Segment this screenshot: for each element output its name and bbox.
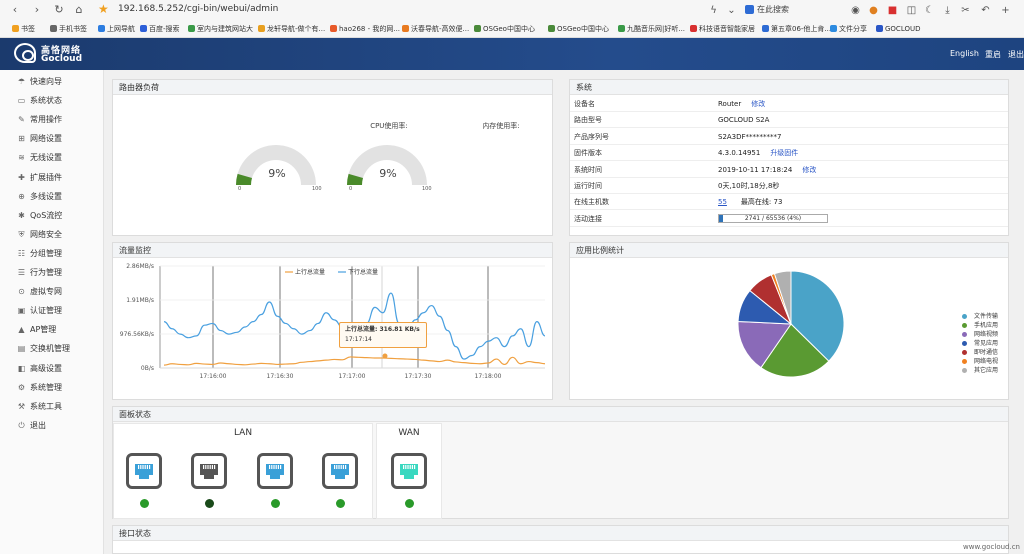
watermark: www.gocloud.cn [963,543,1020,551]
legend-dot [962,323,967,328]
ethernet-port-icon [200,464,218,479]
pie-legend-label: 文件传输 [974,313,999,320]
pie-legend-label: 网络视频 [974,331,999,338]
port-shape [331,464,349,479]
port-pin [269,465,271,469]
port-pin [142,465,144,469]
ethernet-port-icon [266,464,284,479]
port-pin [140,465,142,469]
lan-port[interactable] [191,453,227,489]
port-shape [266,464,284,479]
pie-legend-item[interactable]: 即时通信 [962,348,1022,357]
port-pin [146,465,148,469]
port-status-led [271,499,280,508]
legend-dot [962,341,967,346]
port-status-led [140,499,149,508]
pie-legend-item[interactable]: 手机应用 [962,321,1022,330]
port-pin [403,465,405,469]
lan-port[interactable] [126,453,162,489]
ethernet-port-icon [135,464,153,479]
wan-label: WAN [398,428,420,438]
lan-port[interactable] [257,453,293,489]
legend-dot [962,350,967,355]
legend-dot [962,368,967,373]
lan-port[interactable] [322,453,358,489]
ethernet-port-icon [331,464,349,479]
pie-legend-item[interactable]: 网络电视 [962,357,1022,366]
port-pin [211,465,213,469]
port-pin [411,465,413,469]
port-pin [203,465,205,469]
port-pin [334,465,336,469]
pie-legend-item[interactable]: 常见应用 [962,339,1022,348]
port-status-led [405,499,414,508]
port-pin [414,465,416,469]
port-pin [405,465,407,469]
port-pin [207,465,209,469]
port-pin [205,465,207,469]
port-pin [209,465,211,469]
panel-title: 面板状态 [113,407,1008,422]
port-pin [275,465,277,469]
port-pin [271,465,273,469]
port-shape [135,464,153,479]
ethernet-port-icon [400,464,418,479]
port-pin [273,465,275,469]
pie-legend-label: 即时通信 [974,349,999,356]
port-pin [149,465,151,469]
legend-dot [962,314,967,319]
port-shape [400,464,418,479]
port-pin [338,465,340,469]
port-status-led [205,499,214,508]
pie-legend-label: 其它应用 [974,367,999,374]
port-pin [336,465,338,469]
port-pin [280,465,282,469]
wan-port[interactable] [391,453,427,489]
port-pin [340,465,342,469]
pie-legend-item[interactable]: 其它应用 [962,366,1022,375]
port-pin [409,465,411,469]
pie-legend-label: 网络电视 [974,358,999,365]
panel-title: 接口状态 [113,526,1008,541]
port-pin [214,465,216,469]
pie-legend-item[interactable]: 网络视频 [962,330,1022,339]
pie-legend-label: 手机应用 [974,322,999,329]
port-pin [407,465,409,469]
port-pin [277,465,279,469]
port-pin [342,465,344,469]
legend-dot [962,359,967,364]
pie-legend-label: 常见应用 [974,340,999,347]
lan-label: LAN [233,428,253,438]
legend-dot [962,332,967,337]
interface-state-panel: 接口状态 [112,525,1009,554]
port-pin [138,465,140,469]
port-shape [200,464,218,479]
port-pin [144,465,146,469]
port-status-led [336,499,345,508]
pie-legend-item[interactable]: 文件传输 [962,312,1022,321]
port-pin [345,465,347,469]
